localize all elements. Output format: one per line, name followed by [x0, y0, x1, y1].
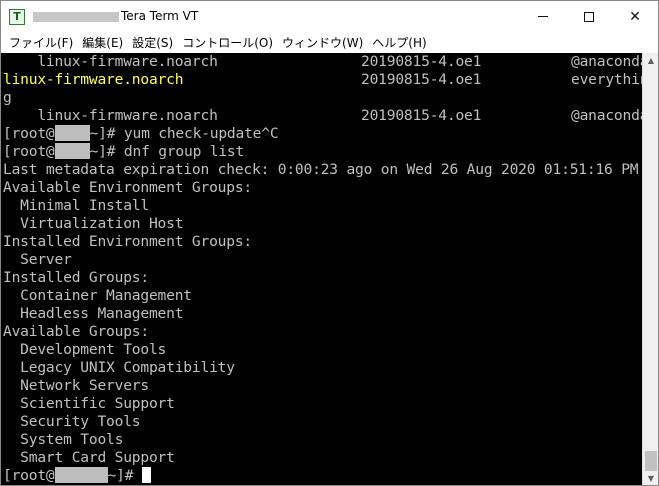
maximize-button[interactable] [566, 1, 612, 32]
terminal-line-wrap: g [3, 89, 12, 106]
section-heading: Installed Groups: [3, 269, 149, 286]
group-item: Container Management [3, 287, 192, 304]
scroll-thumb[interactable] [645, 451, 657, 471]
group-item: Minimal Install [3, 197, 149, 214]
menu-control[interactable]: コントロール(O) [178, 34, 278, 51]
package-name-highlighted: linux-firmware.noarch [3, 71, 184, 88]
menu-bar: ファイル(F) 編集(E) 設定(S) コントロール(O) ウィンドウ(W) ヘ… [1, 32, 658, 52]
menu-file[interactable]: ファイル(F) [5, 34, 78, 51]
package-version: 20190815-4.oe1 [361, 107, 482, 124]
terminal-cursor [141, 467, 151, 483]
minimize-icon [538, 16, 548, 17]
menu-help[interactable]: ヘルプ(H) [368, 34, 431, 51]
group-item: Smart Card Support [3, 449, 175, 466]
section-heading: Installed Environment Groups: [3, 233, 252, 250]
title-bar[interactable]: T Tera Term VT ✕ [1, 1, 658, 32]
package-version: 20190815-4.oe1 [361, 53, 482, 70]
terminal-line: linux-firmware.noarch 20190815-4.oe1 @an… [3, 107, 642, 125]
window-title: Tera Term VT [121, 9, 199, 23]
group-item: Legacy UNIX Compatibility [3, 359, 235, 376]
redacted-hostname [54, 125, 90, 141]
group-item: Scientific Support [3, 395, 175, 412]
section-heading: Available Environment Groups: [3, 179, 252, 196]
prompt-prefix: [root@ [3, 467, 55, 484]
group-item: Headless Management [3, 305, 184, 322]
maximize-icon [584, 11, 594, 22]
group-item: Server [3, 251, 72, 268]
command-text: yum check-update^C [123, 125, 279, 142]
prompt-suffix: ~]# [89, 125, 124, 142]
tera-term-window: T Tera Term VT ✕ ファイル(F) 編集(E) 設定(S) コント… [0, 0, 659, 486]
terminal-prompt-line: [root@ ~]# [3, 467, 151, 485]
menu-window[interactable]: ウィンドウ(W) [278, 34, 368, 51]
terminal-prompt-line: [root@ ~]# yum check-update^C [3, 125, 279, 143]
section-heading: Available Groups: [3, 323, 149, 340]
redacted-hostname [33, 12, 119, 22]
terminal-prompt-line: [root@ ~]# dnf group list [3, 143, 244, 161]
terminal-line: linux-firmware.noarch 20190815-4.oe1 eve… [3, 71, 642, 89]
package-repo: @anaconda [571, 107, 642, 124]
menu-edit[interactable]: 編集(E) [78, 34, 128, 51]
package-version: 20190815-4.oe1 [361, 71, 482, 88]
group-item: Virtualization Host [3, 215, 184, 232]
package-name: linux-firmware.noarch [3, 107, 218, 124]
prompt-suffix: ~]# [107, 467, 142, 484]
redacted-hostname [54, 143, 90, 159]
package-name: linux-firmware.noarch [3, 53, 218, 70]
group-item: System Tools [3, 431, 124, 448]
scroll-up-icon[interactable]: ▲ [643, 53, 658, 69]
command-text: dnf group list [123, 143, 245, 160]
tera-term-app-icon[interactable]: T [9, 9, 25, 25]
redacted-hostname [54, 467, 108, 483]
menu-setup[interactable]: 設定(S) [128, 34, 178, 51]
vertical-scrollbar[interactable]: ▲ ▼ [642, 53, 658, 485]
group-item: Development Tools [3, 341, 167, 358]
package-repo: @anaconda [571, 53, 642, 70]
scroll-down-icon[interactable]: ▼ [643, 471, 658, 485]
group-item: Network Servers [3, 377, 149, 394]
terminal-line: linux-firmware.noarch 20190815-4.oe1 @an… [3, 53, 642, 71]
prompt-prefix: [root@ [3, 125, 55, 142]
close-icon: ✕ [629, 8, 641, 25]
group-item: Security Tools [3, 413, 141, 430]
prompt-prefix: [root@ [3, 143, 55, 160]
terminal-screen[interactable]: linux-firmware.noarch 20190815-4.oe1 @an… [1, 53, 642, 485]
minimize-button[interactable] [520, 1, 566, 32]
prompt-suffix: ~]# [89, 143, 124, 160]
metadata-line: Last metadata expiration check: 0:00:23 … [3, 161, 642, 178]
close-button[interactable]: ✕ [612, 1, 658, 32]
package-repo: everythin [571, 71, 642, 88]
